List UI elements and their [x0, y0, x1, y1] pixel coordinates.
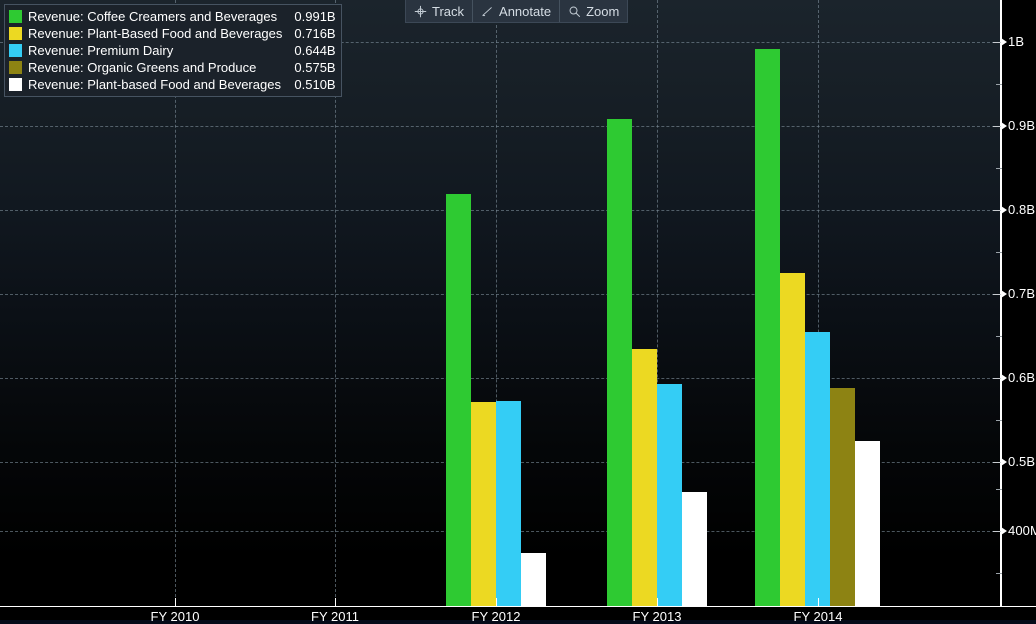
horizontal-gridline — [0, 378, 1000, 379]
legend-row[interactable]: Revenue: Plant-based Food and Beverages 0… — [9, 76, 336, 93]
legend-series-label: Revenue: Plant-Based Food and Beverages — [28, 26, 283, 41]
legend-series-label: Revenue: Organic Greens and Produce — [28, 60, 257, 75]
legend-row[interactable]: Revenue: Organic Greens and Produce 0.575… — [9, 59, 336, 76]
bar — [780, 273, 805, 607]
legend-color-swatch-icon — [9, 61, 22, 74]
legend-color-swatch-icon — [9, 44, 22, 57]
legend-color-swatch-icon — [9, 10, 22, 23]
legend-series-value: 0.991B — [294, 9, 336, 24]
bar — [755, 49, 780, 607]
bar — [607, 119, 632, 607]
y-axis-label: 0.8B — [1008, 202, 1036, 217]
y-axis-panel — [1000, 0, 1036, 607]
chart-legend: Revenue: Coffee Creamers and Beverages 0.… — [4, 4, 342, 97]
y-axis-tick-arrow — [1001, 38, 1007, 46]
chart-screenshot: 1B 0.9B 0.8B 0.7B 0.6B 0.5B 400M FY 2010 FY 2011… — [0, 0, 1036, 624]
legend-series-value: 0.644B — [294, 43, 336, 58]
y-axis-minor-tick — [996, 168, 1002, 169]
x-axis-tick — [657, 598, 658, 607]
toolbar-button-label: Zoom — [586, 3, 620, 19]
legend-row[interactable]: Revenue: Plant-Based Food and Beverages 0… — [9, 25, 336, 42]
y-axis-minor-tick — [996, 489, 1002, 490]
x-axis-label: FY 2010 — [150, 609, 200, 624]
legend-series-label: Revenue: Plant-based Food and Beverages — [28, 77, 281, 92]
y-axis-label: 0.7B — [1008, 286, 1036, 301]
magnifier-icon — [568, 5, 581, 18]
y-axis-minor-tick — [996, 252, 1002, 253]
legend-row[interactable]: Revenue: Premium Dairy 0.644B — [9, 42, 336, 59]
legend-row[interactable]: Revenue: Coffee Creamers and Beverages 0.… — [9, 8, 336, 25]
y-axis-minor-tick — [996, 336, 1002, 337]
bar — [446, 193, 471, 607]
x-axis-label: FY 2011 — [311, 609, 359, 624]
x-axis-tick — [496, 598, 497, 607]
toolbar-button-label: Track — [432, 3, 465, 19]
toolbar-button-label: Annotate — [499, 3, 552, 19]
y-axis-tick-arrow — [1001, 527, 1007, 535]
chart-toolbar[interactable]: Track Annotate Zoom — [405, 0, 629, 23]
y-axis-tick-arrow — [1001, 290, 1007, 298]
bar — [521, 553, 546, 607]
y-axis-tick-arrow — [1001, 374, 1007, 382]
y-axis-label: 1B — [1008, 34, 1025, 49]
legend-color-swatch-icon — [9, 78, 22, 91]
bar — [855, 441, 880, 607]
horizontal-gridline — [0, 126, 1000, 127]
bar — [682, 491, 707, 607]
x-axis-tick — [818, 598, 819, 607]
y-axis-tick-arrow — [1001, 122, 1007, 130]
horizontal-gridline — [0, 210, 1000, 211]
bar — [805, 332, 830, 607]
y-axis-label: 400M — [1008, 523, 1036, 538]
y-axis-tick-arrow — [1001, 458, 1007, 466]
x-axis-tick — [175, 598, 176, 607]
legend-series-value: 0.716B — [294, 26, 336, 41]
y-axis-minor-tick — [996, 420, 1002, 421]
legend-series-value: 0.575B — [294, 60, 336, 75]
crosshair-icon — [414, 5, 427, 18]
bar — [471, 402, 496, 607]
y-axis-minor-tick — [996, 573, 1002, 574]
toolbar-button-annotate[interactable]: Annotate — [473, 0, 561, 22]
pencil-icon — [481, 5, 494, 18]
y-axis-minor-tick — [996, 84, 1002, 85]
x-axis-label: FY 2014 — [793, 609, 843, 624]
x-axis-label: FY 2013 — [632, 609, 682, 624]
x-axis-end-tick — [1000, 598, 1001, 607]
y-axis-line — [1000, 0, 1002, 608]
y-axis-tick-arrow — [1001, 206, 1007, 214]
legend-series-label: Revenue: Premium Dairy — [28, 43, 174, 58]
y-axis-label: 0.9B — [1008, 118, 1036, 133]
toolbar-button-track[interactable]: Track — [406, 0, 474, 22]
bar — [496, 400, 521, 607]
toolbar-button-zoom[interactable]: Zoom — [560, 0, 628, 22]
y-axis-label: 0.5B — [1008, 454, 1036, 469]
bar — [830, 388, 855, 607]
legend-color-swatch-icon — [9, 27, 22, 40]
x-axis-label: FY 2012 — [471, 609, 521, 624]
x-axis-tick — [335, 598, 336, 607]
legend-series-value: 0.510B — [294, 77, 336, 92]
bar — [657, 384, 682, 607]
legend-series-label: Revenue: Coffee Creamers and Beverages — [28, 9, 278, 24]
horizontal-gridline — [0, 294, 1000, 295]
y-axis-label: 0.6B — [1008, 370, 1036, 385]
bar — [632, 349, 657, 607]
